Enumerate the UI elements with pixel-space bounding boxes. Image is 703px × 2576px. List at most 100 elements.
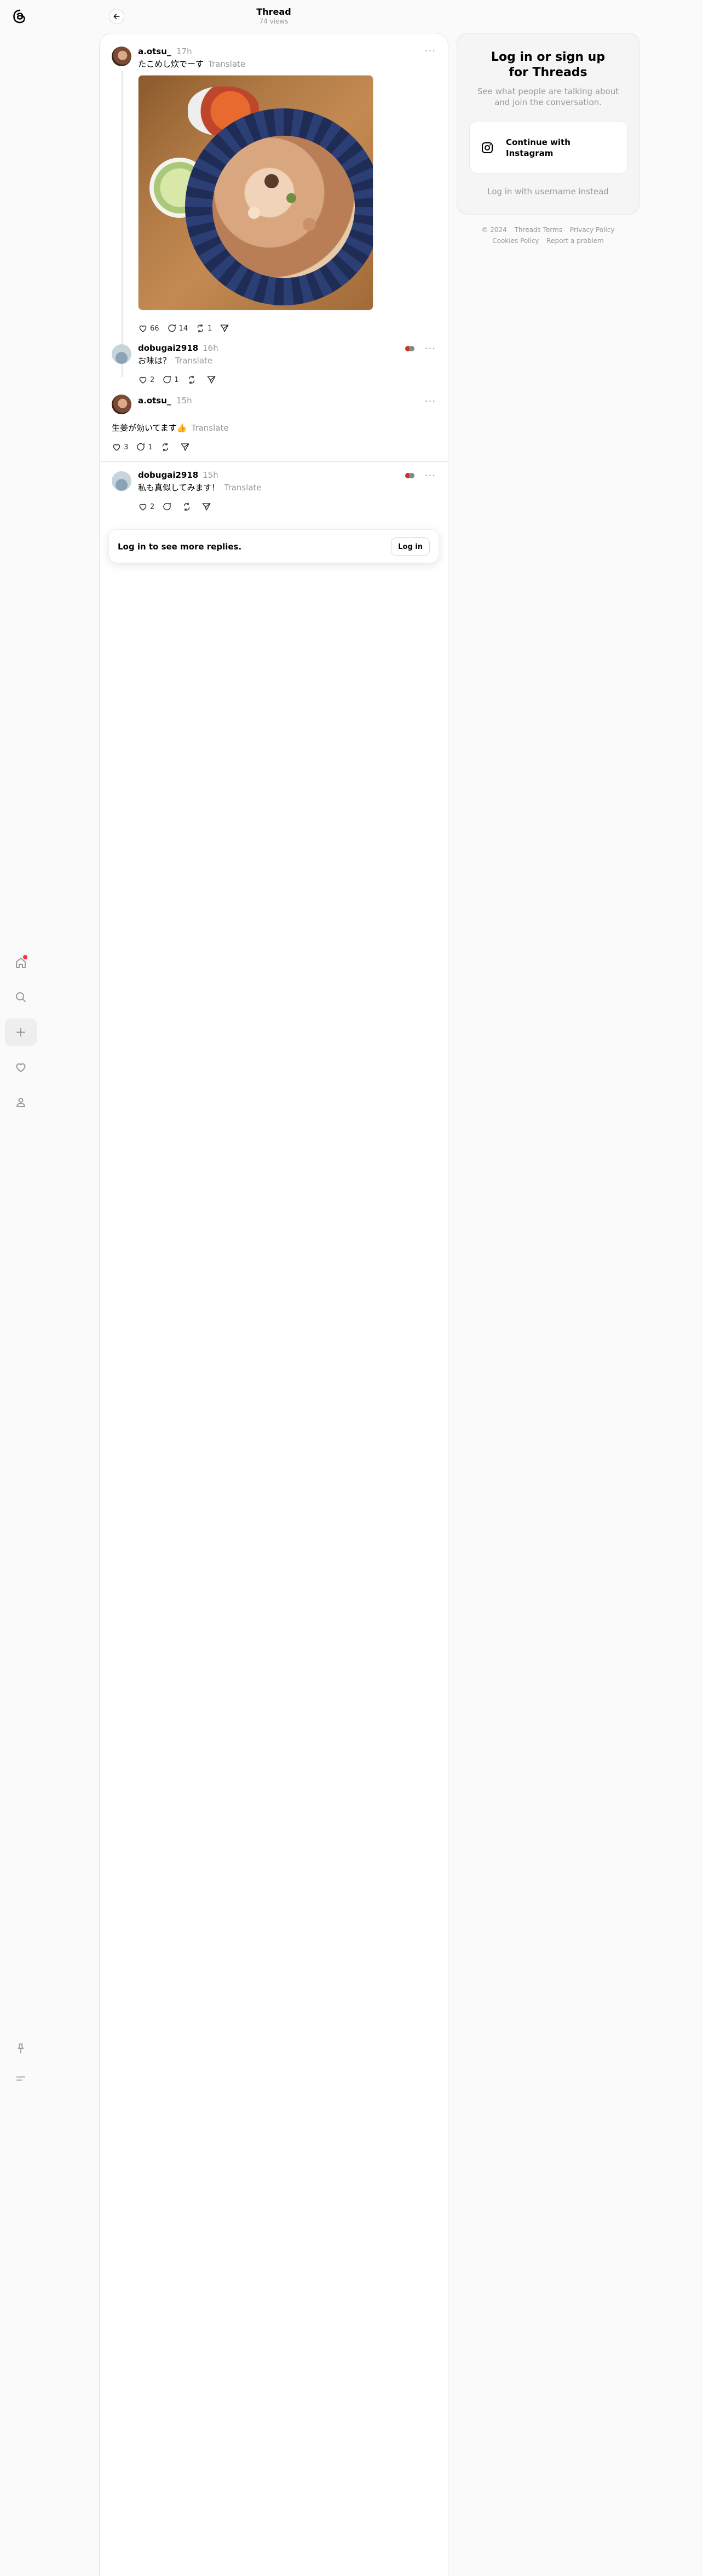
- post-username[interactable]: a.otsu_: [138, 396, 171, 406]
- post-text: 生姜が効いてます👍 Translate: [112, 423, 229, 433]
- share-icon: [181, 443, 189, 451]
- repost-icon: [197, 324, 204, 333]
- create-icon[interactable]: [5, 1018, 37, 1046]
- more-options-icon[interactable]: ···: [423, 396, 438, 407]
- post-time[interactable]: 16h: [203, 343, 218, 353]
- post-text: たこめし炊でーす Translate: [138, 59, 246, 69]
- heart-icon: [139, 503, 147, 511]
- more-options-icon[interactable]: ···: [423, 343, 438, 355]
- share-button[interactable]: [220, 323, 232, 333]
- post-time[interactable]: 15h: [203, 470, 218, 480]
- share-button[interactable]: [180, 442, 192, 452]
- translate-link[interactable]: Translate: [191, 423, 228, 433]
- post-actions: 3 1: [112, 440, 200, 454]
- more-options-icon[interactable]: ···: [423, 470, 438, 482]
- login-card-title: Log in or sign up for Threads: [491, 50, 606, 79]
- search-icon[interactable]: [5, 983, 37, 1011]
- post-text: お味は？ Translate: [138, 356, 213, 366]
- thread-header: Thread 74 views: [99, 0, 448, 33]
- reply-button[interactable]: 1: [136, 442, 153, 452]
- footer-privacy-link[interactable]: Privacy Policy: [570, 226, 615, 234]
- translate-link[interactable]: Translate: [224, 483, 262, 493]
- footer-terms-link[interactable]: Threads Terms: [515, 226, 562, 234]
- post-time[interactable]: 17h: [176, 47, 192, 56]
- share-icon: [202, 503, 211, 511]
- login-button[interactable]: Log in: [391, 537, 430, 556]
- login-card: Log in or sign up for Threads See what p…: [457, 33, 639, 215]
- like-button[interactable]: 2: [138, 375, 154, 385]
- comment-icon: [137, 443, 145, 451]
- avatar[interactable]: [112, 344, 131, 364]
- login-card-subtitle: See what people are talking about and jo…: [477, 86, 619, 107]
- menu-icon[interactable]: [5, 2065, 37, 2092]
- login-with-username-link[interactable]: Log in with username instead: [457, 187, 639, 196]
- reply-button[interactable]: 14: [167, 323, 188, 333]
- left-rail: [0, 0, 42, 2576]
- instagram-button-label: Continue with Instagram: [506, 137, 571, 158]
- notification-dot: [23, 955, 27, 959]
- post-time[interactable]: 15h: [176, 396, 192, 406]
- comment-icon: [163, 375, 171, 384]
- heart-icon: [139, 377, 147, 384]
- avatar[interactable]: [112, 47, 131, 66]
- post-image[interactable]: [138, 75, 373, 310]
- comment-icon: [163, 502, 171, 511]
- like-button[interactable]: 3: [112, 442, 128, 452]
- reply-button[interactable]: 1: [162, 375, 179, 385]
- continue-with-instagram-button[interactable]: Continue with Instagram: [469, 121, 628, 173]
- share-icon: [207, 376, 215, 384]
- login-prompt: Log in to see more replies. Log in: [108, 529, 439, 563]
- like-button[interactable]: 66: [138, 323, 159, 333]
- reply-count: 1: [174, 375, 179, 384]
- post-actions: 2 1: [138, 373, 226, 387]
- heart-icon: [113, 444, 120, 451]
- post-username[interactable]: dobugai2918: [138, 343, 198, 353]
- footer-report-link[interactable]: Report a problem: [546, 237, 603, 245]
- reply-button[interactable]: [162, 502, 174, 512]
- repost-icon: [184, 502, 190, 511]
- like-button[interactable]: 2: [138, 502, 154, 512]
- translate-link[interactable]: Translate: [208, 59, 245, 69]
- share-icon: [220, 325, 229, 332]
- repost-button[interactable]: [187, 375, 199, 385]
- post-actions: 66 14 1: [138, 321, 239, 335]
- like-count: 2: [150, 375, 155, 384]
- pin-icon[interactable]: [5, 2035, 37, 2062]
- avatar[interactable]: [112, 471, 131, 491]
- home-icon[interactable]: [5, 949, 37, 976]
- repost-button[interactable]: 1: [195, 323, 212, 333]
- thread-panel: a.otsu_ 17h たこめし炊でーすTranslate ··· 66 14: [99, 33, 448, 2576]
- like-count: 2: [150, 502, 155, 511]
- post-actions: 2: [138, 500, 221, 514]
- like-count: 66: [150, 324, 159, 333]
- badge-icon: [405, 346, 414, 351]
- comment-icon: [168, 324, 176, 332]
- repost-button[interactable]: [182, 502, 194, 512]
- badge-icon: [405, 473, 414, 478]
- repost-count: 1: [208, 324, 212, 333]
- reply-count: 14: [178, 324, 188, 333]
- avatar[interactable]: [112, 395, 131, 414]
- repost-button[interactable]: [160, 442, 172, 452]
- login-prompt-text: Log in to see more replies.: [118, 542, 242, 552]
- footer: © 2024 Threads Terms Privacy Policy Cook…: [457, 224, 639, 246]
- footer-cookies-link[interactable]: Cookies Policy: [492, 237, 539, 245]
- share-button[interactable]: [206, 375, 218, 385]
- share-button[interactable]: [201, 502, 214, 512]
- view-count: 74 views: [259, 18, 289, 25]
- post-username[interactable]: a.otsu_: [138, 47, 171, 56]
- more-options-icon[interactable]: ···: [423, 45, 438, 57]
- repost-icon: [188, 375, 194, 384]
- post-text: 私も真似してみます！ Translate: [138, 483, 262, 493]
- instagram-icon: [482, 142, 493, 153]
- page-title: Thread: [256, 7, 291, 17]
- like-count: 3: [124, 443, 129, 451]
- profile-icon[interactable]: [5, 1089, 37, 1116]
- activity-heart-icon[interactable]: [5, 1053, 37, 1081]
- heart-icon: [139, 325, 147, 332]
- repost-icon: [162, 443, 168, 451]
- translate-link[interactable]: Translate: [175, 356, 212, 366]
- post-username[interactable]: dobugai2918: [138, 470, 198, 480]
- threads-logo-icon[interactable]: [10, 7, 30, 26]
- thread-line: [122, 71, 123, 377]
